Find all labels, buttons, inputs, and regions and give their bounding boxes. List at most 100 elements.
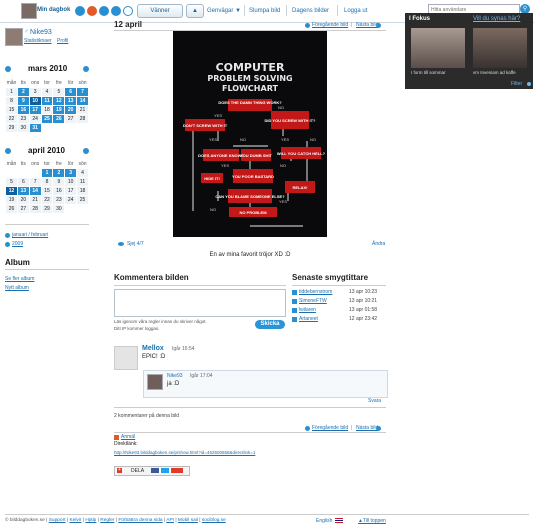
new-album-link[interactable]: Nytt album [5,285,29,291]
footer-link[interactable]: Förbättra denna sida [118,518,162,523]
visitor-name[interactable]: SimoneFTW [299,298,327,304]
calendar-day[interactable]: 31 [28,123,42,133]
report-link[interactable]: Anmäl [121,434,135,440]
random-image-link[interactable]: Slumpa bild [249,8,280,14]
direct-link-url[interactable]: http://Nike93.bilddagboken.se/p/show.htm… [114,450,255,455]
calendar-day[interactable]: 1 [5,87,18,97]
calendar-day[interactable]: 29 [40,204,54,214]
calendar-day[interactable]: 29 [5,123,18,133]
send-comment-button[interactable]: Skicka [255,320,285,329]
calendar-day[interactable]: 14 [28,186,42,196]
calendar-day[interactable]: 11 [40,96,54,106]
archive-months-link[interactable]: januari / februari [12,232,48,238]
footer-link[interactable]: sociblog.se [202,518,226,523]
reply-avatar[interactable] [147,374,163,390]
comment-input[interactable] [114,289,286,317]
calendar-day[interactable]: 5 [52,87,66,97]
avatar[interactable] [21,3,37,19]
calendar-day[interactable]: 4 [40,87,54,97]
calendar-day[interactable]: 11 [76,177,89,187]
calendar-day[interactable]: 2 [16,87,30,97]
calendar-day[interactable]: 16 [16,105,30,115]
focus-filter-link[interactable]: Filter [511,81,522,87]
calendar-day[interactable]: 26 [5,204,18,214]
logout-link[interactable]: Logga ut [344,8,367,14]
calendar-day[interactable]: 28 [76,114,89,124]
friends-icon[interactable] [99,6,109,16]
my-diary-link[interactable]: Min dagbok [37,7,70,13]
calendar-day[interactable]: 15 [40,186,54,196]
calendar-day[interactable]: 1 [40,168,54,178]
calendar-day[interactable]: 5 [5,177,18,187]
next-month-icon[interactable] [83,148,89,154]
calendar-day[interactable]: 9 [16,96,30,106]
calendar-day[interactable]: 24 [64,195,78,205]
reply-author[interactable]: Nike93 [167,373,183,379]
calendar-day[interactable]: 22 [40,195,54,205]
commenter-avatar[interactable] [114,346,138,370]
footer-link[interactable]: Support [49,518,66,523]
focus-question-link[interactable]: Vill du synas här? [473,16,520,22]
calendar-day[interactable]: 22 [5,114,18,124]
profile-avatar[interactable] [5,28,23,46]
footer-link[interactable]: Hjälp [85,518,96,523]
shortcuts-menu[interactable]: Genvägar ▼ [207,8,241,14]
next-image-link-bottom[interactable]: Nästa bild [356,425,378,431]
reply-link[interactable]: Svara [368,398,381,404]
calendar-day[interactable]: 23 [52,195,66,205]
visitor-name[interactable]: tiddebernstrom [299,289,332,295]
calendar-day[interactable]: 13 [16,186,30,196]
calendar-day[interactable]: 25 [40,114,54,124]
profile-link[interactable]: Profil [57,38,68,44]
user-icon[interactable] [75,6,85,16]
calendar-day[interactable]: 8 [40,177,54,187]
prev-image-link-bottom[interactable]: Föregående bild [312,425,348,431]
calendar-day[interactable]: 16 [52,186,66,196]
next-image-link[interactable]: Nästa bild [356,22,378,28]
comment-author[interactable]: Mellox [142,345,164,352]
calendar-day[interactable]: 19 [52,105,66,115]
calendar-day[interactable]: 19 [5,195,18,205]
share-button[interactable]: + DELA [114,466,190,476]
next-month-icon[interactable] [83,66,89,72]
calendar-day[interactable]: 26 [52,114,66,124]
edit-link[interactable]: Ändra [372,241,385,247]
calendar-day[interactable]: 12 [52,96,66,106]
calendar-day[interactable]: 6 [16,177,30,187]
profile-username[interactable]: Nike93 [30,29,52,36]
calendar-day[interactable]: 18 [40,105,54,115]
calendar-day[interactable]: 17 [28,105,42,115]
calendar-day[interactable]: 18 [76,186,89,196]
archive-year-link[interactable]: 2009 [12,241,23,247]
post-image[interactable]: COMPUTER PROBLEM SOLVING FLOWCHART DOES … [173,31,327,237]
calendar-day[interactable]: 3 [64,168,78,178]
calendar-day[interactable]: 20 [16,195,30,205]
calendar-day[interactable]: 7 [28,177,42,187]
todays-images-link[interactable]: Dagens bilder [292,8,329,14]
calendar-day[interactable]: 7 [76,87,89,97]
calendar-day[interactable]: 25 [76,195,89,205]
calendar-day[interactable]: 10 [28,96,42,106]
see-more-albums-link[interactable]: Se fler album [5,276,34,282]
calendar-day[interactable]: 21 [28,195,42,205]
heart-icon[interactable] [111,6,121,16]
statistics-link[interactable]: Statistiknaer [24,38,52,44]
calendar-day[interactable]: 27 [16,204,30,214]
calendar-day[interactable]: 21 [76,105,89,115]
calendar-day[interactable]: 30 [16,123,30,133]
refresh-icon[interactable] [123,6,133,16]
calendar-day[interactable]: 23 [16,114,30,124]
prev-month-icon[interactable] [5,148,11,154]
friends-button[interactable]: Vänner [137,4,183,18]
calendar-day[interactable]: 8 [5,96,18,106]
upload-arrow-button[interactable]: ▲ [186,4,204,18]
visitor-name[interactable]: Artaneet [299,316,318,322]
calendar-day[interactable]: 2 [52,168,66,178]
footer-link[interactable]: Regler [100,518,114,523]
focus-image-left[interactable] [411,28,465,68]
calendar-day[interactable]: 10 [64,177,78,187]
calendar-day[interactable]: 6 [64,87,78,97]
footer-link[interactable]: Kelvir [69,518,81,523]
calendar-day[interactable]: 9 [52,177,66,187]
calendar-day[interactable]: 17 [64,186,78,196]
